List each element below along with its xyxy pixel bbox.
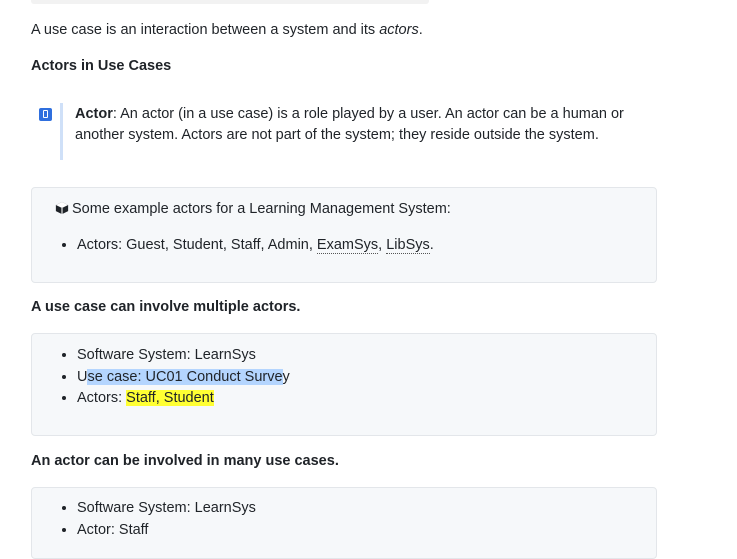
example-box-intro-text: Some example actors for a Learning Manag… [72, 201, 451, 217]
section-heading-many-use-cases: An actor can be involved in many use cas… [31, 453, 339, 469]
package-icon [55, 201, 69, 215]
clipped-previous-content [31, 0, 429, 4]
selected-text: se case: UC01 Conduct Surve [87, 368, 283, 385]
intro-text: A use case is an interaction between a s… [31, 22, 380, 38]
section-heading-multiple-actors: A use case can involve multiple actors. [31, 299, 301, 315]
list-item-text-end: y [282, 368, 290, 385]
multiple-actors-list: Software System: LearnSys Use case: UC01… [57, 345, 290, 410]
list-item-end: . [429, 237, 434, 253]
definition-body: : An actor (in a use case) is a role pla… [75, 106, 624, 143]
list-item: Actors: Guest, Student, Staff, Admin, Ex… [77, 235, 434, 257]
examsys-tooltip-term[interactable]: ExamSys [316, 237, 379, 254]
example-actors-list: Actors: Guest, Student, Staff, Admin, Ex… [57, 235, 434, 257]
list-item-text: Actors: Guest, Student, Staff, Admin, [77, 237, 317, 253]
list-item-text: Actors: [77, 390, 127, 406]
intro-paragraph: A use case is an interaction between a s… [31, 20, 423, 41]
section-heading-actors: Actors in Use Cases [31, 58, 172, 74]
libsys-tooltip-term[interactable]: LibSys [386, 237, 430, 254]
list-item: Software System: LearnSys [77, 345, 290, 367]
list-item: Use case: UC01 Conduct Survey [77, 367, 290, 389]
list-item-text: U [77, 368, 88, 385]
definition-text: Actor: An actor (in a use case) is a rol… [75, 104, 645, 146]
definition-term: Actor [75, 106, 113, 122]
list-item: Actors: Staff, Student [77, 388, 290, 410]
intro-emphasis: actors [379, 22, 419, 38]
book-icon [39, 108, 52, 121]
highlighted-text: Staff, Student [126, 390, 214, 406]
example-box-intro: Some example actors for a Learning Manag… [55, 199, 451, 220]
many-use-cases-list: Software System: LearnSys Actor: Staff [57, 498, 256, 541]
list-item: Software System: LearnSys [77, 498, 256, 520]
intro-text-end: . [418, 22, 423, 38]
list-item: Actor: Staff [77, 520, 256, 542]
